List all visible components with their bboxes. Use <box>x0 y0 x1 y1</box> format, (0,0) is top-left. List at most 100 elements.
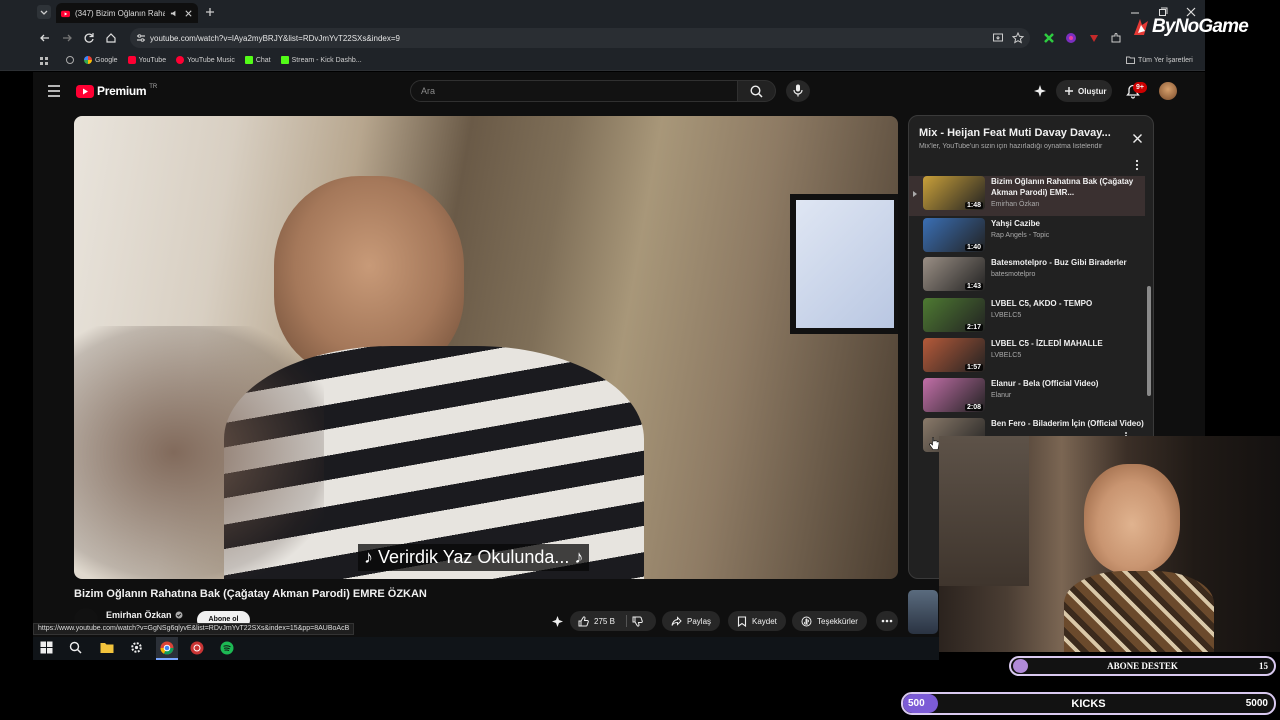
playlist-item-channel: LVBELC5 <box>991 352 1022 359</box>
tab-title: (347) Bizim Oğlanın Rahatı <box>75 8 165 18</box>
bookmark-label: YouTube <box>138 56 167 64</box>
playlist-item-title: LVBEL C5, AKDO - TEMPO <box>991 299 1093 308</box>
thumbs-up-icon[interactable] <box>578 615 589 627</box>
save-label: Kaydet <box>752 616 777 626</box>
playlist-item[interactable]: 1:43 Batesmotelpro - Buz Gibi Biraderler b… <box>923 257 1147 295</box>
playlist-item[interactable]: 1:48 Bizim Oğlanın Rahatına Bak (Çağatay … <box>923 176 1147 214</box>
playlist-item[interactable]: 2:17 LVBEL C5, AKDO - TEMPO LVBELC5 <box>923 298 1147 336</box>
playlist-item-thumbnail[interactable]: 2:17 <box>923 298 985 332</box>
playlist-item-duration: 1:40 <box>964 244 983 251</box>
playlist-item-title: Elanur - Bela (Official Video) <box>991 379 1099 388</box>
bookmark-star-icon[interactable] <box>1012 32 1024 44</box>
bookmark-google[interactable]: Google <box>84 56 118 64</box>
voice-search-button[interactable] <box>786 80 810 102</box>
extension-purple-icon[interactable] <box>1065 32 1077 44</box>
more-horizontal-icon <box>881 619 893 623</box>
video-tv <box>790 194 898 334</box>
playlist-item-text: Yahşi Cazibe Rap Angels - Topic <box>991 218 1147 256</box>
tab-list-button[interactable] <box>37 5 51 19</box>
playlist-item-thumbnail[interactable]: 1:40 <box>923 218 985 252</box>
playlist-item[interactable]: 1:40 Yahşi Cazibe Rap Angels - Topic <box>923 218 1147 256</box>
more-actions-button[interactable] <box>876 611 898 631</box>
windows-start-icon[interactable] <box>40 641 53 654</box>
bookmark-youtube[interactable]: YouTube <box>127 56 167 64</box>
reload-icon[interactable] <box>83 32 95 44</box>
menu-hamburger-icon[interactable] <box>47 85 61 97</box>
extensions-puzzle-icon[interactable] <box>1110 32 1122 44</box>
bookmark-chat[interactable]: Chat <box>244 56 271 64</box>
avatar[interactable] <box>1159 82 1177 100</box>
kicks-target: 5000 <box>1245 698 1268 709</box>
thanks-button[interactable]: Teşekkürler <box>792 611 867 631</box>
save-button[interactable]: Kaydet <box>728 611 786 631</box>
file-explorer-icon[interactable] <box>100 641 114 654</box>
settings-gear-icon[interactable] <box>130 641 143 654</box>
video-player[interactable] <box>74 116 898 579</box>
playlist-item-thumbnail[interactable]: 1:48 <box>923 176 985 210</box>
kick-icon <box>244 56 253 64</box>
recording-app-icon[interactable] <box>190 641 204 655</box>
playlist-item-duration: 1:48 <box>964 202 983 209</box>
bookmark-kick-dashboard[interactable]: Stream - Kick Dashb... <box>280 56 362 64</box>
chrome-icon <box>160 641 174 655</box>
bookmark-youtube-music[interactable]: YouTube Music <box>176 56 235 64</box>
playlist-menu-icon[interactable] <box>1135 159 1139 171</box>
playlist-item[interactable]: 2:08 Elanur - Bela (Official Video) Elanur <box>923 378 1147 416</box>
playlist-item-text: LVBEL C5, AKDO - TEMPO LVBELC5 <box>991 298 1147 336</box>
youtube-premium-logo[interactable]: Premium TR <box>76 84 157 98</box>
recommended-thumbnail[interactable] <box>908 590 938 634</box>
bookmark-blank[interactable] <box>66 56 74 64</box>
omnibox[interactable]: youtube.com/watch?v=lAya2myBRJY&list=RDv… <box>130 28 1030 48</box>
notification-count-badge: 9+ <box>1133 82 1147 93</box>
kicks-label: KICKS <box>1071 697 1106 710</box>
all-bookmarks-button[interactable]: Tüm Yer İşaretleri <box>1126 56 1193 64</box>
new-tab-icon[interactable] <box>204 6 216 18</box>
youtube-logo-icon <box>76 84 94 98</box>
playlist-item-text: Bizim Oğlanın Rahatına Bak (Çağatay Akma… <box>991 176 1147 214</box>
search-button[interactable] <box>738 80 776 102</box>
playlist-item-title: Bizim Oğlanın Rahatına Bak (Çağatay Akma… <box>991 177 1134 197</box>
install-app-icon[interactable] <box>992 32 1004 44</box>
youtube-music-icon <box>176 56 185 64</box>
spotify-icon[interactable] <box>220 641 234 655</box>
youtube-favicon-icon <box>61 10 70 17</box>
playlist-item-title: Ben Fero - Biladerim İçin (Official Vide… <box>991 419 1144 428</box>
playlist-scrollbar[interactable] <box>1147 286 1151 396</box>
playlist-item-duration: 2:17 <box>964 324 983 331</box>
chrome-active-task[interactable] <box>156 637 178 660</box>
playlist-item-thumbnail[interactable]: 1:43 <box>923 257 985 291</box>
sparkle-icon[interactable] <box>1033 84 1047 98</box>
taskbar-search-icon[interactable] <box>69 641 82 654</box>
video-hand-blur <box>74 326 324 579</box>
sub-goal-label: ABONE DESTEK <box>1107 661 1178 671</box>
close-tab-icon[interactable] <box>184 9 193 18</box>
search-placeholder: Ara <box>421 86 436 96</box>
playlist-item-text: Elanur - Bela (Official Video) Elanur <box>991 378 1147 416</box>
youtube-icon <box>127 56 136 64</box>
playlist-item[interactable]: 1:57 LVBEL C5 - İZLEDİ MAHALLE LVBELC5 <box>923 338 1147 376</box>
super-thanks-icon <box>801 616 812 626</box>
apps-grid-icon[interactable] <box>39 56 49 66</box>
browser-tab-active[interactable]: (347) Bizim Oğlanın Rahatı <box>56 3 198 23</box>
extension-red-icon[interactable] <box>1088 32 1100 44</box>
share-button[interactable]: Paylaş <box>662 611 721 631</box>
speaker-icon[interactable] <box>170 9 179 18</box>
channel-name-row[interactable]: Emirhan Özkan <box>106 610 183 620</box>
ask-sparkle-icon[interactable] <box>551 615 564 628</box>
verified-check-icon <box>175 611 183 619</box>
extension-green-icon[interactable] <box>1043 32 1055 44</box>
close-playlist-icon[interactable] <box>1132 133 1143 144</box>
create-button[interactable]: Oluştur <box>1056 80 1112 102</box>
forward-arrow-icon[interactable] <box>61 32 73 44</box>
playlist-item-thumbnail[interactable]: 2:08 <box>923 378 985 412</box>
playlist-item-thumbnail[interactable]: 1:57 <box>923 338 985 372</box>
site-settings-icon[interactable] <box>136 33 146 43</box>
home-icon[interactable] <box>105 32 117 44</box>
bookmark-label: YouTube Music <box>187 56 235 64</box>
kick-icon <box>280 56 289 64</box>
search-input[interactable]: Ara <box>410 80 738 102</box>
like-count[interactable]: 275 B <box>594 617 615 626</box>
logo-country: TR <box>149 84 158 90</box>
thumbs-down-icon[interactable] <box>632 615 643 627</box>
back-arrow-icon[interactable] <box>39 32 51 44</box>
